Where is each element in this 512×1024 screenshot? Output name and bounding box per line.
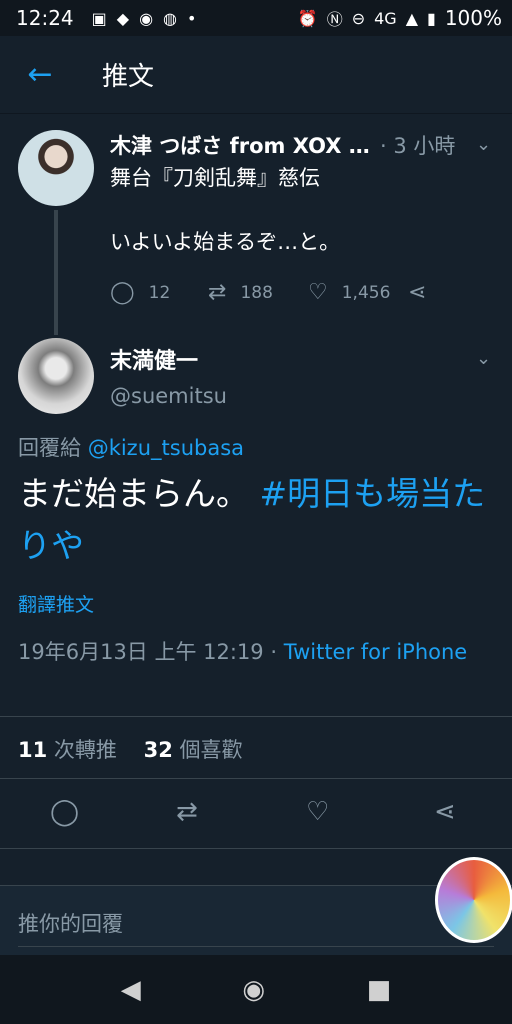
retweet-button[interactable]: ⇄ 188 <box>208 280 308 305</box>
divider <box>0 778 512 779</box>
retweets-total: 11 <box>18 738 48 762</box>
floating-chat-head-icon[interactable] <box>435 857 512 943</box>
likes-label: 個喜歡 <box>179 738 243 762</box>
tweet-actions: ◯ ⇄ ♡ ⋖ <box>0 797 512 833</box>
avatar[interactable] <box>18 130 94 206</box>
system-nav-bar: ◀ ◉ ■ <box>0 955 512 1024</box>
status-bar: 12:24 ▣ ◆ ◉ ◍ • ⏰ Ⓝ ⊖ 4G ▲ ▮ 100% <box>0 0 512 36</box>
heart-icon: ♡ <box>308 280 328 305</box>
tweet-source-link[interactable]: Twitter for iPhone <box>284 640 468 664</box>
nav-home-icon[interactable]: ◉ <box>242 975 265 1005</box>
retweet-icon[interactable]: ⇄ <box>176 797 198 827</box>
battery-icon: ▮ <box>427 8 436 28</box>
parent-author-name[interactable]: 木津 つばさ from XOX ... <box>110 130 370 160</box>
divider <box>0 848 512 849</box>
chevron-down-icon[interactable]: ⌄ <box>476 134 491 155</box>
retweets-stat[interactable]: 11 次轉推 <box>18 738 117 762</box>
back-button[interactable]: ← <box>0 57 80 92</box>
avatar[interactable] <box>18 338 94 414</box>
signal-icon: ▲ <box>405 8 418 28</box>
like-count: 1,456 <box>341 282 391 303</box>
app-icon: ◆ <box>116 8 130 28</box>
tweet-time: 19年6月13日 上午 12:19 · <box>18 640 278 664</box>
tweet-text: まだ始まらん。 #明日も場当たりや <box>18 468 498 572</box>
page-title: 推文 <box>102 62 155 92</box>
author-name[interactable]: 末満健一 <box>110 343 198 375</box>
translate-tweet-link[interactable]: 翻譯推文 <box>18 590 94 617</box>
status-time: 12:24 <box>16 6 74 30</box>
tweet-body: まだ始まらん。 <box>18 474 249 513</box>
app-bar: ← 推文 <box>0 36 512 114</box>
retweet-count: 188 <box>240 282 273 303</box>
reply-mention-link[interactable]: @kizu_tsubasa <box>88 436 244 460</box>
chevron-down-icon[interactable]: ⌄ <box>476 348 491 369</box>
input-underline <box>18 946 494 947</box>
share-icon[interactable]: ⋖ <box>434 797 456 827</box>
reply-context: 回覆給 @kizu_tsubasa <box>18 432 244 462</box>
share-icon: ⋖ <box>408 280 427 305</box>
network-label: 4G <box>374 8 397 28</box>
app-icon-2: ◍ <box>163 8 178 28</box>
reply-icon: ◯ <box>110 280 135 305</box>
like-button[interactable]: ♡ 1,456 <box>308 280 408 305</box>
dot-icon: • <box>187 8 197 28</box>
author-handle[interactable]: @suemitsu <box>110 384 227 408</box>
parent-tweet-text: 舞台『刀剣乱舞』慈伝 いよいよ始まるぞ…と。 <box>110 166 341 254</box>
arrow-left-icon: ← <box>27 57 53 92</box>
battery-level: 100% <box>444 6 502 30</box>
likes-stat[interactable]: 32 個喜歡 <box>144 738 243 762</box>
heart-icon[interactable]: ♡ <box>306 797 329 827</box>
reply-input[interactable]: 推你的回覆 <box>18 908 123 938</box>
dnd-icon: ⊖ <box>351 8 366 28</box>
thread-connector <box>54 210 58 335</box>
likes-total: 32 <box>143 738 173 762</box>
tweet-timestamp: 19年6月13日 上午 12:19 · Twitter for iPhone <box>18 635 478 669</box>
divider <box>0 716 512 717</box>
nav-recents-icon[interactable]: ■ <box>367 975 392 1005</box>
nav-back-icon[interactable]: ◀ <box>121 975 141 1005</box>
parent-tweet-time: · 3 小時 <box>380 134 456 158</box>
reply-icon[interactable]: ◯ <box>50 797 79 827</box>
reply-label: 回覆給 <box>18 436 81 460</box>
parent-tweet-actions: ◯ 12 ⇄ 188 ♡ 1,456 ⋖ <box>110 280 426 305</box>
reply-button[interactable]: ◯ 12 <box>110 280 208 305</box>
nfc-icon: Ⓝ <box>326 10 343 29</box>
image-icon: ▣ <box>91 8 107 28</box>
line-icon: ◉ <box>139 8 154 28</box>
retweets-label: 次轉推 <box>53 738 117 762</box>
tweet-stats: 11 次轉推 32 個喜歡 <box>18 734 243 764</box>
retweet-icon: ⇄ <box>208 280 227 305</box>
alarm-icon: ⏰ <box>297 8 318 28</box>
share-button[interactable]: ⋖ <box>408 280 426 305</box>
reply-count: 12 <box>148 282 171 303</box>
